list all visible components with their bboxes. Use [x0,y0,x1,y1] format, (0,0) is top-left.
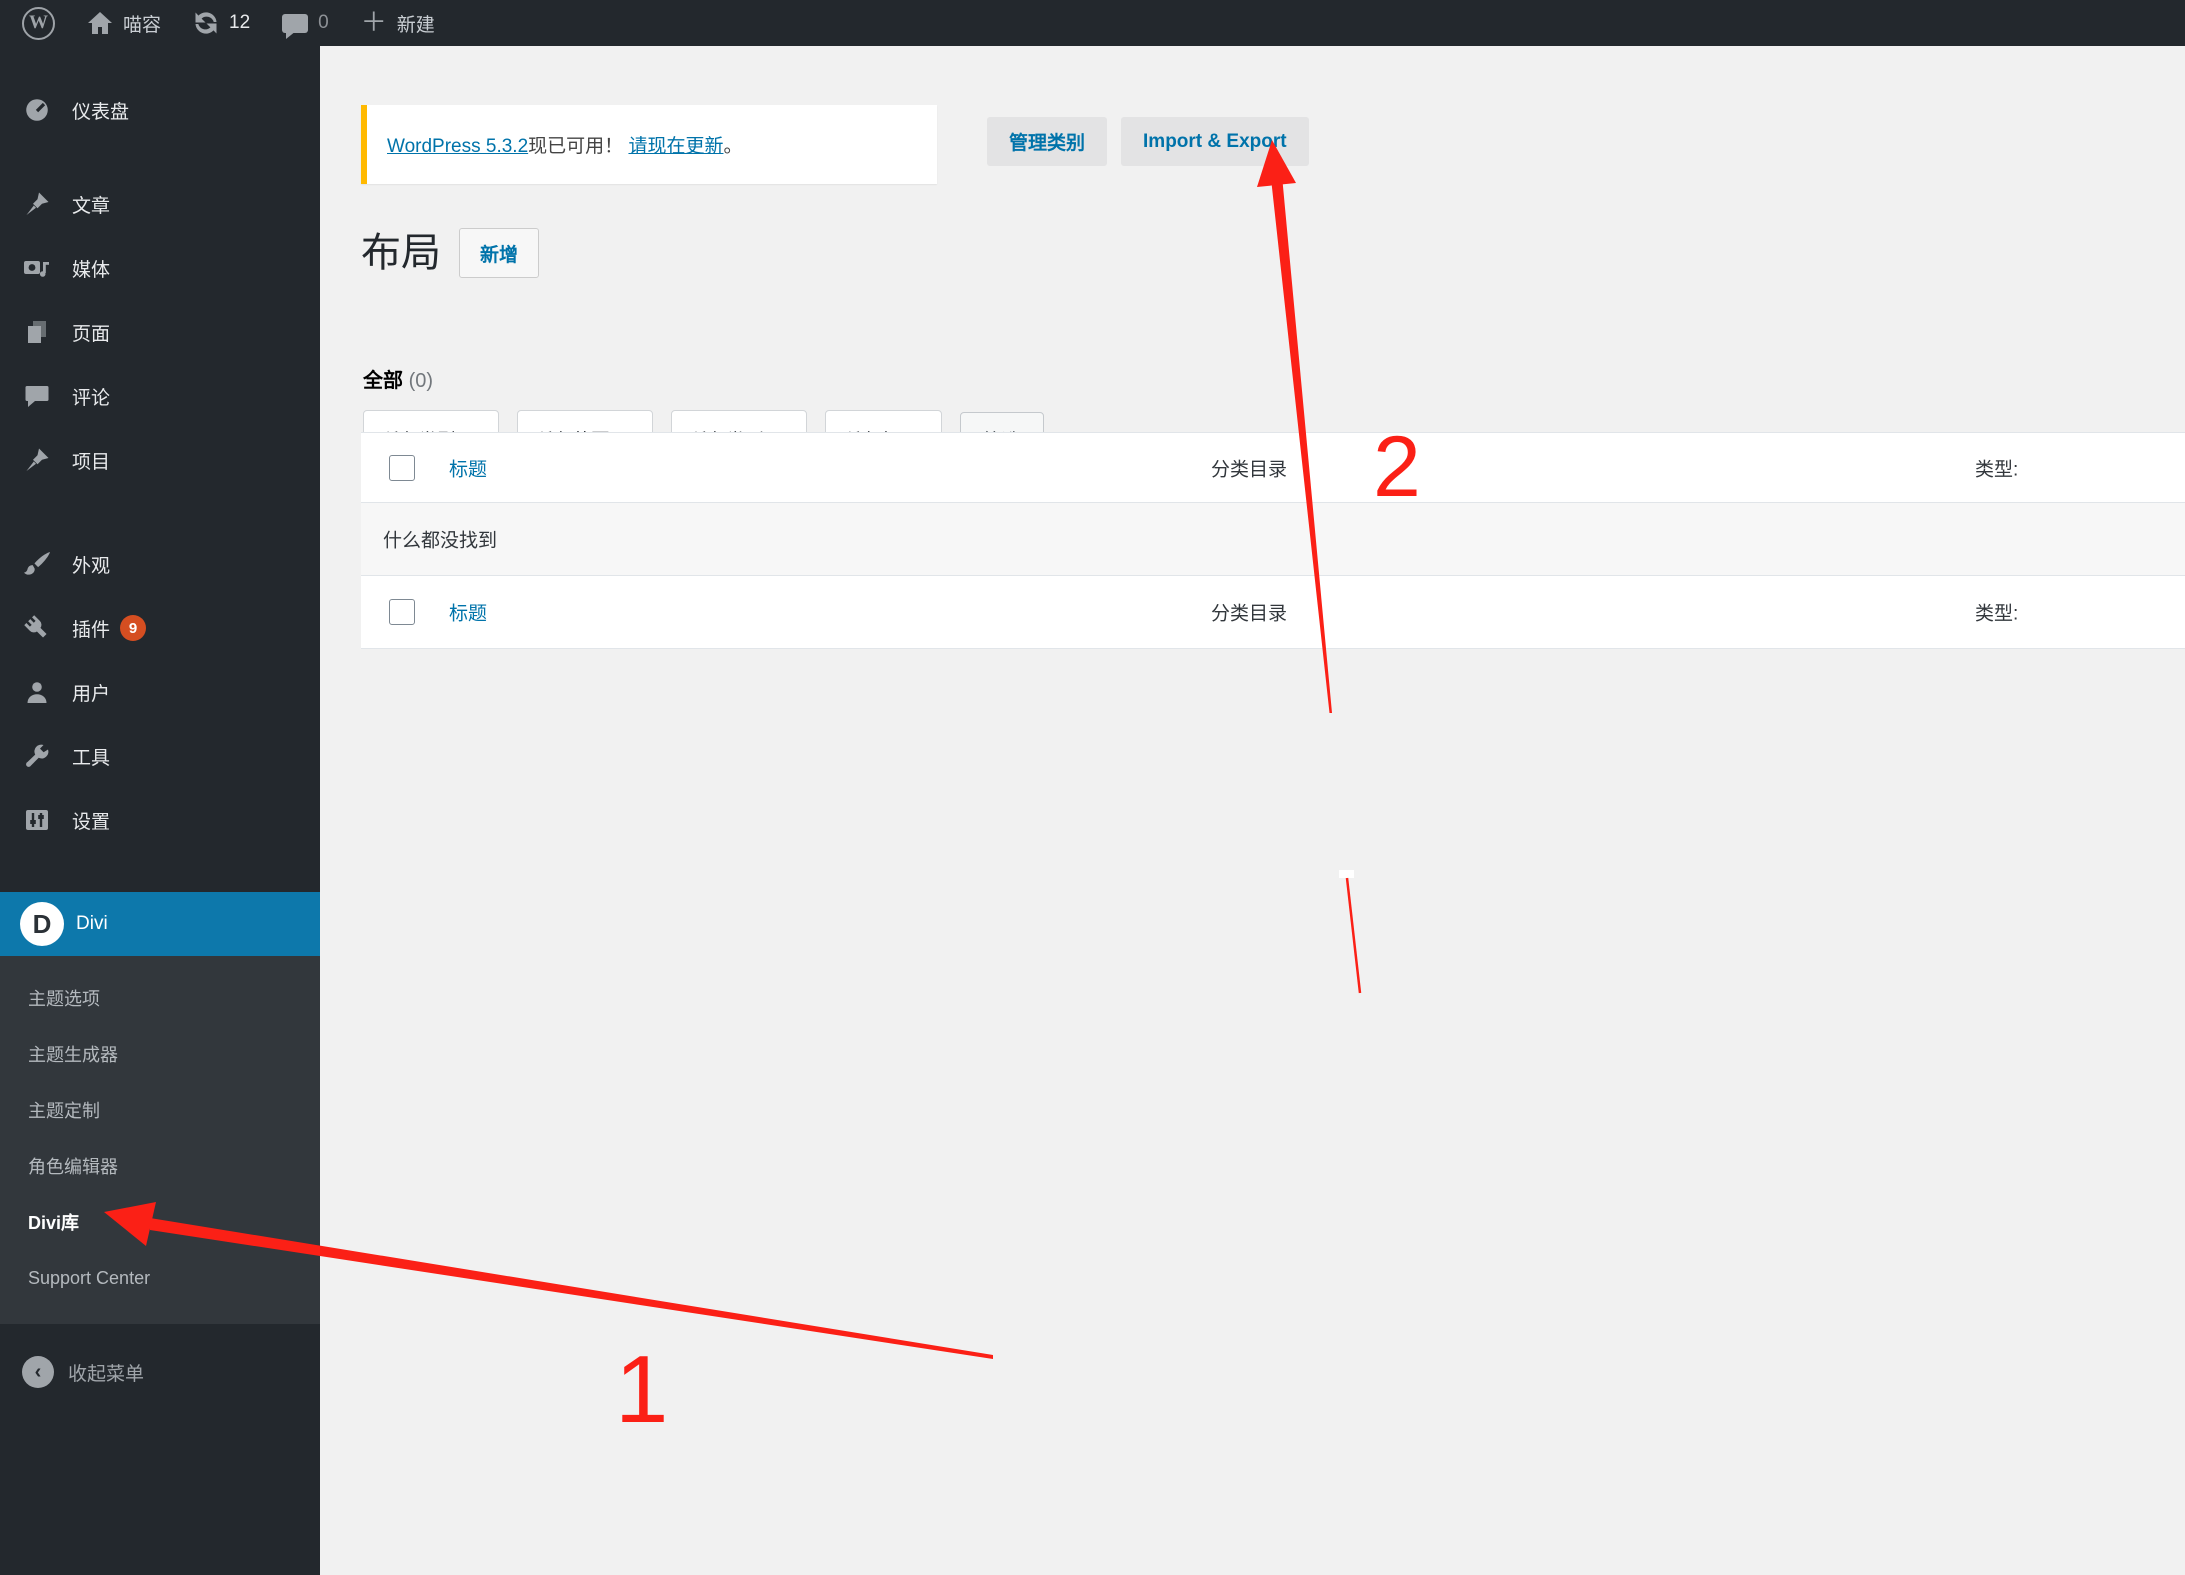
submenu-support-center[interactable]: Support Center [0,1250,320,1306]
sidebar-item-comments[interactable]: 评论 [0,364,320,428]
sidebar-item-label: 项目 [72,447,110,474]
page-title: 布局 [361,229,441,277]
empty-message: 什么都没找到 [383,526,497,553]
submenu-theme-options[interactable]: 主题选项 [0,970,320,1026]
wrench-icon [20,741,54,771]
sidebar-item-dashboard[interactable]: 仪表盘 [0,78,320,142]
select-all-checkbox[interactable] [389,455,415,481]
sidebar-item-media[interactable]: 媒体 [0,236,320,300]
new-content-menu[interactable]: ＋ 新建 [345,0,451,46]
sidebar-item-label: Divi [76,913,108,935]
sidebar-item-projects[interactable]: 项目 [0,428,320,492]
comments-menu[interactable]: 0 [266,0,345,46]
collapse-arrow-icon: ‹ [22,1356,54,1388]
pushpin-icon [20,445,54,475]
sidebar-item-label: 用户 [72,679,110,706]
sidebar-item-label: 评论 [72,383,110,410]
wordpress-logo-menu[interactable]: W [0,0,71,46]
updates-icon [193,10,219,36]
sidebar-item-tools[interactable]: 工具 [0,724,320,788]
sidebar-item-label: 插件 [72,615,110,642]
submenu-theme-builder[interactable]: 主题生成器 [0,1026,320,1082]
notice-text: 现已可用！ [528,136,623,157]
sidebar-item-label: 仪表盘 [72,97,129,124]
select-all-checkbox[interactable] [389,599,415,625]
home-icon [87,11,113,35]
title-column-footer[interactable]: 标题 [449,599,487,626]
sidebar-item-label: 页面 [72,319,110,346]
sidebar-item-label: 外观 [72,551,110,578]
submenu-divi-library[interactable]: Divi库 [0,1194,320,1250]
sidebar-item-appearance[interactable]: 外观 [0,532,320,596]
all-count-value: (0) [409,370,433,392]
type-column-footer: 类型: [1975,599,2018,626]
sidebar-item-pages[interactable]: 页面 [0,300,320,364]
sidebar-item-plugins[interactable]: 插件 9 [0,596,320,660]
dashboard-gauge-icon [20,95,54,125]
empty-state-row: 什么都没找到 [361,503,2185,576]
menu-separator [0,492,320,532]
pages-icon [20,317,54,347]
update-notice: WordPress 5.3.2现已可用！ 请现在更新。 [361,105,937,184]
plugin-update-badge: 9 [120,615,146,641]
update-now-link[interactable]: 请现在更新 [628,136,723,157]
type-column-header: 类型: [1975,454,2018,481]
main-content: WordPress 5.3.2现已可用！ 请现在更新。 管理类别 Import … [320,46,2185,1575]
comment-bubble-icon [282,14,308,33]
collapse-menu-button[interactable]: ‹ 收起菜单 [0,1346,320,1398]
sidebar-item-divi[interactable]: D Divi [0,892,320,956]
media-icon [20,253,54,283]
comment-count: 0 [318,12,329,34]
page-title-row: 布局 新增 [361,228,539,278]
title-column-header[interactable]: 标题 [449,454,487,481]
user-icon [20,677,54,707]
sidebar-item-posts[interactable]: 文章 [0,172,320,236]
pushpin-icon [20,189,54,219]
menu-separator [0,142,320,172]
page-actions: 管理类别 Import & Export [987,117,1309,166]
submenu-role-editor[interactable]: 角色编辑器 [0,1138,320,1194]
menu-separator [0,852,320,892]
add-new-button[interactable]: 新增 [459,228,539,278]
admin-sidebar: 仪表盘 文章 媒体 页面 评论 [0,46,320,1575]
sidebar-item-label: 媒体 [72,255,110,282]
sidebar-item-label: 文章 [72,191,110,218]
category-column-header: 分类目录 [1211,454,1287,481]
settings-sliders-icon [20,805,54,835]
new-label: 新建 [397,10,435,37]
admin-bar: W 喵容 12 0 ＋ 新建 [0,0,2185,46]
wordpress-version-link[interactable]: WordPress 5.3.2 [387,136,528,157]
manage-categories-button[interactable]: 管理类别 [987,117,1107,166]
site-name: 喵容 [123,10,161,37]
import-export-button[interactable]: Import & Export [1121,117,1309,166]
sidebar-item-label: 工具 [72,743,110,770]
collapse-label: 收起菜单 [68,1359,144,1386]
divi-logo-icon: D [20,909,64,939]
brush-icon [20,549,54,579]
submenu-theme-customizer[interactable]: 主题定制 [0,1082,320,1138]
all-link[interactable]: 全部 [363,370,403,392]
layouts-table: 标题 分类目录 类型: 什么都没找到 标题 分类目录 类型: [361,432,2185,649]
sidebar-item-settings[interactable]: 设置 [0,788,320,852]
category-column-footer: 分类目录 [1211,599,1287,626]
site-link[interactable]: 喵容 [71,0,177,46]
wordpress-logo-icon: W [22,7,55,40]
plug-icon [20,613,54,643]
plus-icon: ＋ [361,9,387,35]
updates-menu[interactable]: 12 [177,0,266,46]
sidebar-item-users[interactable]: 用户 [0,660,320,724]
table-header-row: 标题 分类目录 类型: [361,433,2185,503]
sidebar-item-label: 设置 [72,807,110,834]
update-count: 12 [229,12,250,34]
divi-submenu: 主题选项 主题生成器 主题定制 角色编辑器 Divi库 Support Cent… [0,956,320,1324]
notice-period: 。 [723,136,742,157]
comments-icon [20,381,54,411]
table-footer-row: 标题 分类目录 类型: [361,576,2185,649]
view-links: 全部 (0) [363,364,433,393]
